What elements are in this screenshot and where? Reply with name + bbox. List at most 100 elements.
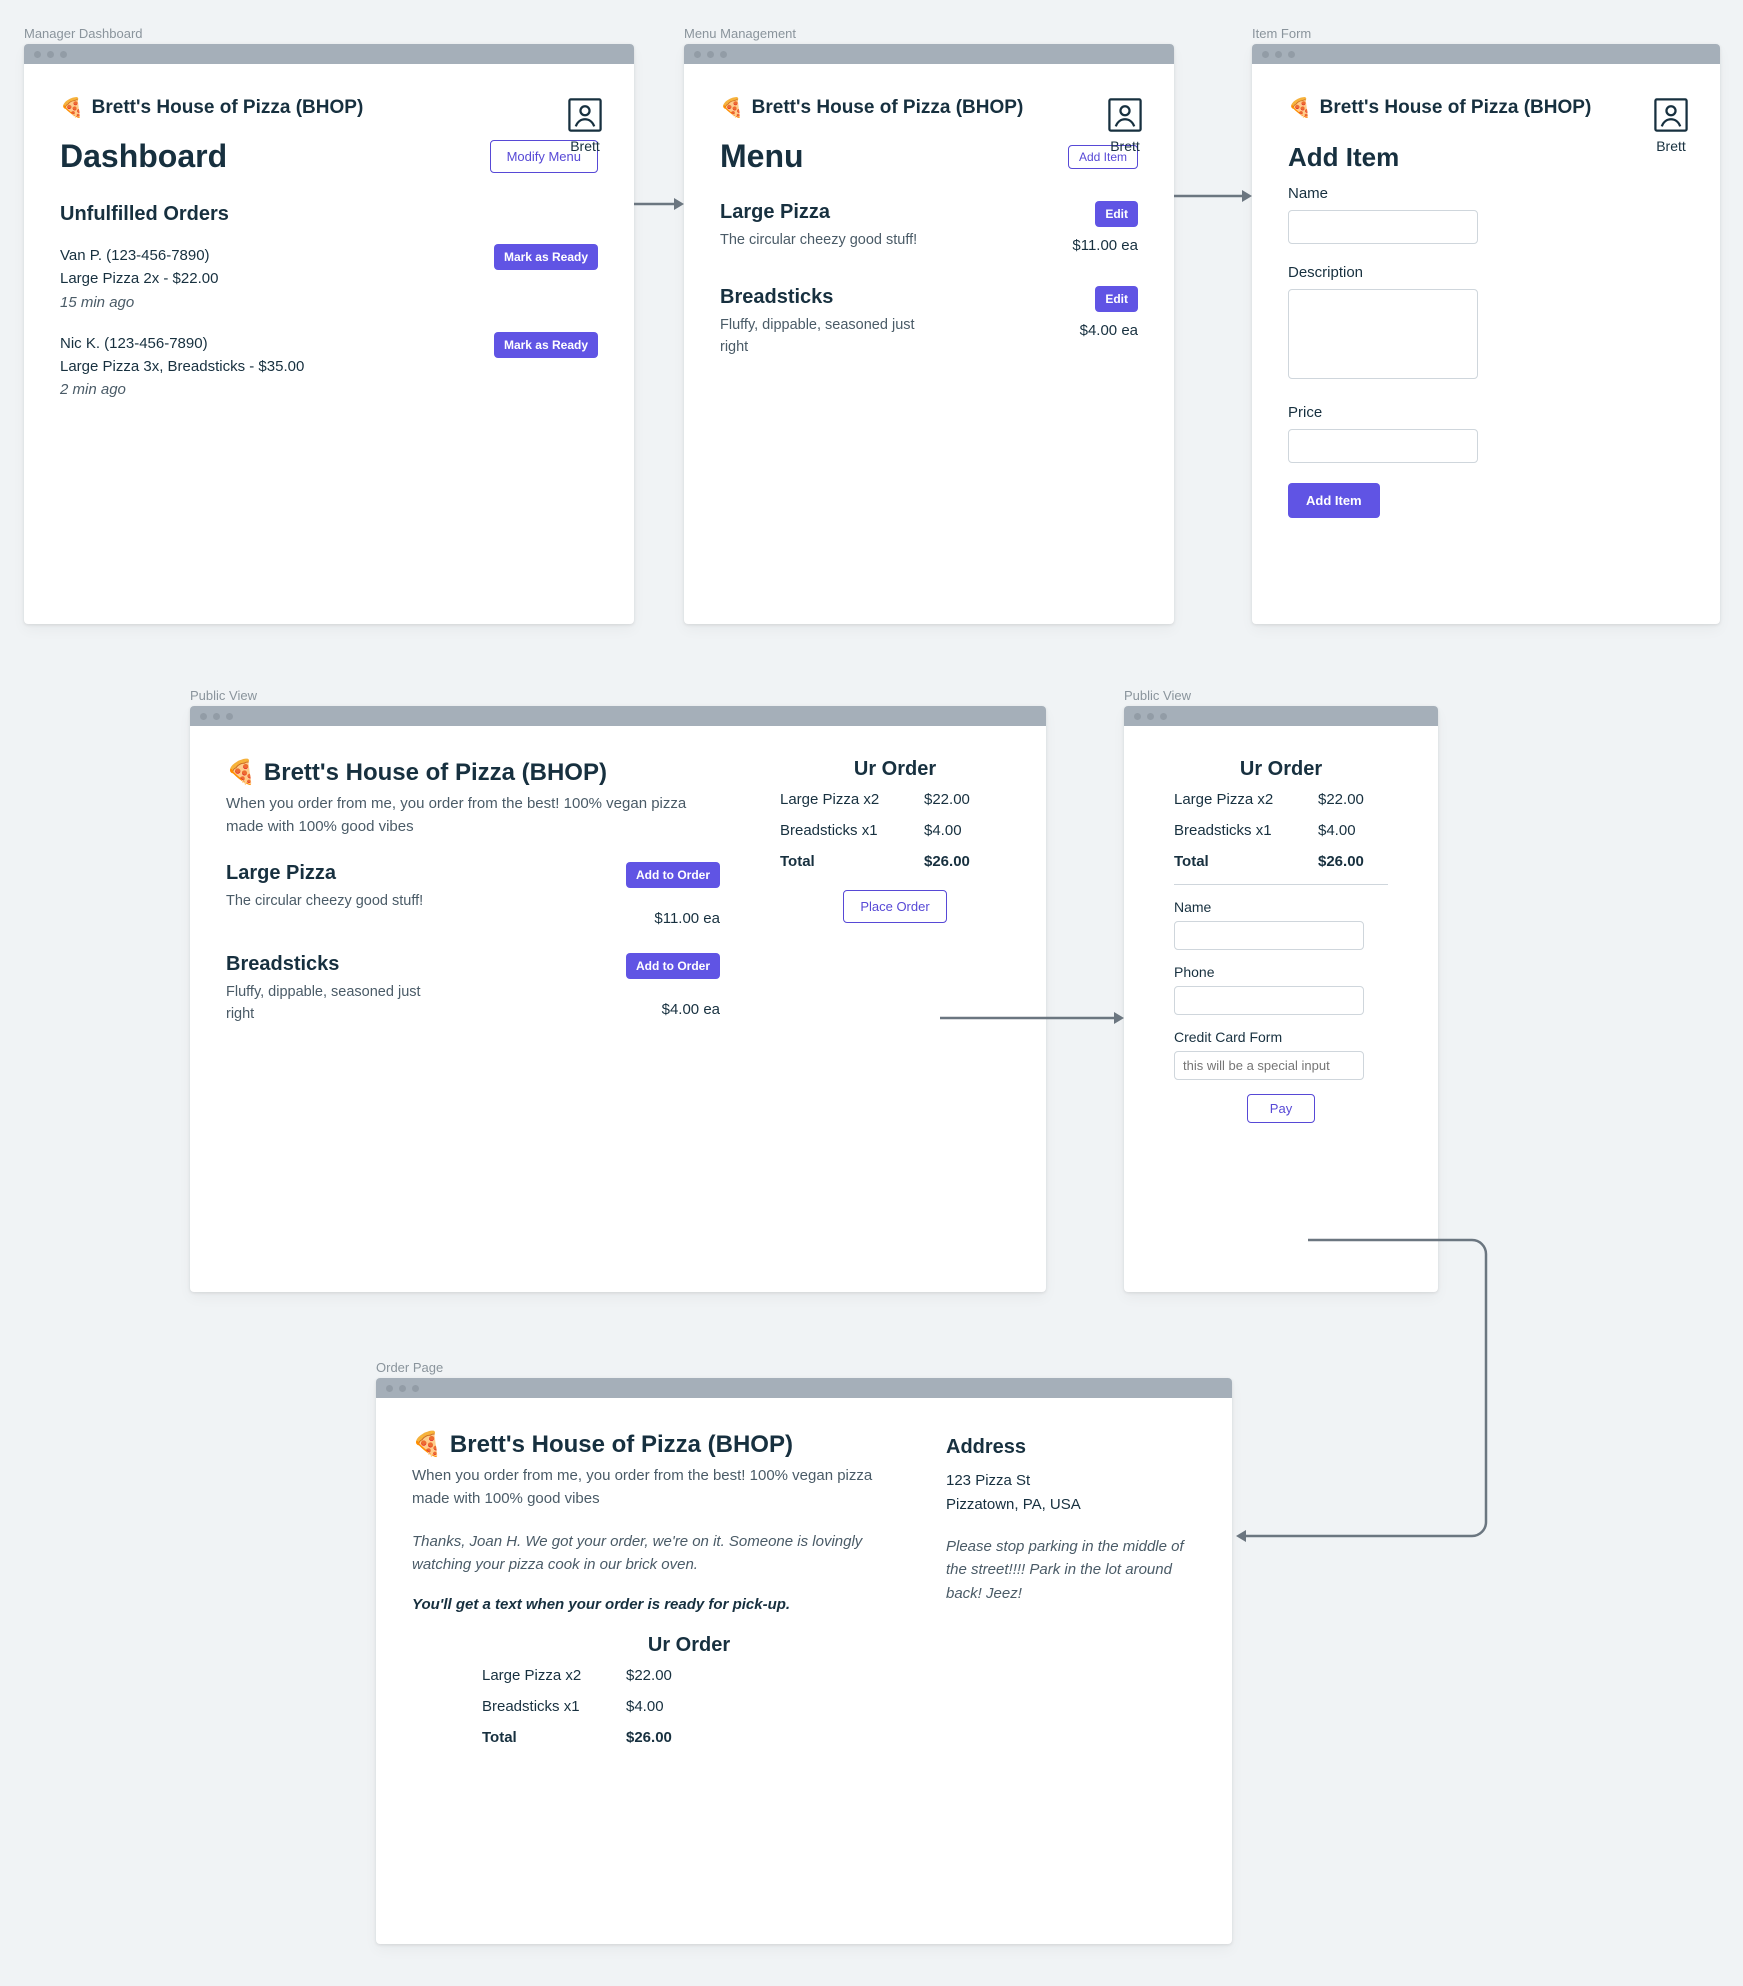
arrow-icon: [634, 196, 684, 212]
address-line: Pizzatown, PA, USA: [946, 1493, 1196, 1517]
order-row: Nic K. (123-456-7890) Large Pizza 3x, Br…: [60, 332, 598, 402]
item-name: Breadsticks: [720, 286, 920, 309]
total-amount: $26.00: [1318, 853, 1364, 870]
menu-item: Large Pizza The circular cheezy good stu…: [720, 201, 1138, 254]
user-icon: [1654, 98, 1688, 132]
tagline: When you order from me, you order from t…: [412, 1465, 896, 1510]
caption-checkout: Public View: [1124, 688, 1191, 703]
window-order: 🍕 Brett's House of Pizza (BHOP) When you…: [376, 1378, 1232, 1944]
avatar[interactable]: Brett: [1654, 98, 1688, 154]
item-name: Large Pizza: [226, 862, 423, 885]
order-total: Total $26.00: [1174, 853, 1388, 870]
total-label: Total: [482, 1729, 602, 1746]
thank-you-message: Thanks, Joan H. We got your order, we're…: [412, 1530, 896, 1577]
window-dashboard: 🍕 Brett's House of Pizza (BHOP) Brett Da…: [24, 44, 634, 624]
label-cc: Credit Card Form: [1174, 1029, 1388, 1045]
order-line-label: Large Pizza x2: [780, 791, 900, 808]
brand-name: Brett's House of Pizza (BHOP): [264, 759, 607, 787]
avatar[interactable]: Brett: [568, 98, 602, 154]
order-line-label: Large Pizza x2: [1174, 791, 1294, 808]
window-itemform: 🍕 Brett's House of Pizza (BHOP) Brett Ad…: [1252, 44, 1720, 624]
total-amount: $26.00: [626, 1729, 672, 1746]
caption-menu: Menu Management: [684, 26, 796, 41]
edit-item-button[interactable]: Edit: [1095, 286, 1138, 312]
order-total: Total $26.00: [482, 1729, 896, 1746]
order-total: Total $26.00: [780, 853, 1010, 870]
brand: 🍕 Brett's House of Pizza (BHOP): [1288, 96, 1684, 120]
order-line: Large Pizza x2 $22.00: [1174, 791, 1388, 808]
credit-card-input[interactable]: [1174, 1051, 1364, 1080]
item-price: $4.00 ea: [626, 1001, 720, 1018]
brand-name: Brett's House of Pizza (BHOP): [450, 1431, 793, 1459]
order-ago: 2 min ago: [60, 381, 126, 398]
submit-add-item-button[interactable]: Add Item: [1288, 483, 1380, 518]
item-name: Large Pizza: [720, 201, 917, 224]
window-menu: 🍕 Brett's House of Pizza (BHOP) Brett Me…: [684, 44, 1174, 624]
label-name: Name: [1288, 185, 1684, 202]
brand-name: Brett's House of Pizza (BHOP): [1320, 97, 1592, 119]
total-amount: $26.00: [924, 853, 970, 870]
pizza-icon: 🍕: [60, 96, 84, 120]
order-line: Large Pizza x2 $22.00: [482, 1667, 896, 1684]
item-desc: The circular cheezy good stuff!: [720, 230, 917, 252]
place-order-button[interactable]: Place Order: [843, 890, 946, 923]
arrow-icon: [1174, 188, 1252, 204]
order-customer: Van P. (123-456-7890): [60, 244, 218, 267]
phone-input[interactable]: [1174, 986, 1364, 1015]
pizza-icon: 🍕: [1288, 96, 1312, 120]
address-title: Address: [946, 1436, 1196, 1459]
address-line: 123 Pizza St: [946, 1469, 1196, 1493]
description-input[interactable]: [1288, 289, 1478, 379]
price-input[interactable]: [1288, 429, 1478, 463]
mark-ready-button[interactable]: Mark as Ready: [494, 244, 598, 270]
pay-button[interactable]: Pay: [1247, 1094, 1315, 1123]
brand-name: Brett's House of Pizza (BHOP): [752, 97, 1024, 119]
avatar-name: Brett: [1108, 138, 1142, 154]
titlebar: [376, 1378, 1232, 1398]
add-to-order-button[interactable]: Add to Order: [626, 953, 720, 979]
add-to-order-button[interactable]: Add to Order: [626, 862, 720, 888]
order-line-amount: $22.00: [1318, 791, 1364, 808]
avatar-name: Brett: [1654, 138, 1688, 154]
page-title: Menu: [720, 138, 804, 175]
user-icon: [568, 98, 602, 132]
order-title: Ur Order: [1174, 758, 1388, 781]
total-label: Total: [1174, 853, 1294, 870]
order-line-amount: $4.00: [924, 822, 962, 839]
label-phone: Phone: [1174, 964, 1388, 980]
order-line: Large Pizza x2 $22.00: [780, 791, 1010, 808]
pickup-message: You'll get a text when your order is rea…: [412, 1593, 896, 1616]
order-line-label: Breadsticks x1: [482, 1698, 602, 1715]
page-title: Add Item: [1288, 142, 1684, 173]
order-line-label: Large Pizza x2: [482, 1667, 602, 1684]
avatar[interactable]: Brett: [1108, 98, 1142, 154]
order-line: Breadsticks x1 $4.00: [780, 822, 1010, 839]
order-customer: Nic K. (123-456-7890): [60, 332, 304, 355]
pizza-icon: 🍕: [412, 1430, 442, 1459]
edit-item-button[interactable]: Edit: [1095, 201, 1138, 227]
pizza-icon: 🍕: [226, 758, 256, 787]
item-price: $4.00 ea: [1080, 322, 1138, 339]
pizza-icon: 🍕: [720, 96, 744, 120]
item-desc: Fluffy, dippable, seasoned just right: [226, 982, 426, 1026]
item-desc: The circular cheezy good stuff!: [226, 891, 423, 913]
menu-item: Breadsticks Fluffy, dippable, seasoned j…: [720, 286, 1138, 359]
name-input[interactable]: [1288, 210, 1478, 244]
divider: [1174, 884, 1388, 885]
brand-name: Brett's House of Pizza (BHOP): [92, 97, 364, 119]
parking-note: Please stop parking in the middle of the…: [946, 1535, 1196, 1605]
titlebar: [1252, 44, 1720, 64]
order-title: Ur Order: [780, 758, 1010, 781]
name-input[interactable]: [1174, 921, 1364, 950]
item-price: $11.00 ea: [1072, 237, 1138, 254]
caption-dashboard: Manager Dashboard: [24, 26, 143, 41]
order-ago: 15 min ago: [60, 294, 134, 311]
order-line-amount: $22.00: [626, 1667, 672, 1684]
order-title: Ur Order: [482, 1634, 896, 1657]
item-desc: Fluffy, dippable, seasoned just right: [720, 315, 920, 359]
caption-itemform: Item Form: [1252, 26, 1311, 41]
mark-ready-button[interactable]: Mark as Ready: [494, 332, 598, 358]
brand: 🍕 Brett's House of Pizza (BHOP): [226, 758, 720, 787]
label-description: Description: [1288, 264, 1684, 281]
order-line: Breadsticks x1 $4.00: [1174, 822, 1388, 839]
